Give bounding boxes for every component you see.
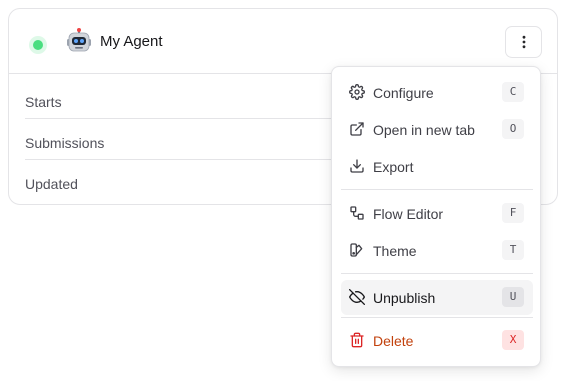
stat-label: Starts (25, 94, 62, 110)
menu-item-delete[interactable]: Delete X (341, 323, 533, 358)
flow-icon (350, 206, 364, 220)
menu-item-theme[interactable]: Theme T (341, 233, 533, 268)
eye-off-icon (349, 289, 365, 305)
dropdown-menu: Configure C Open in new tab O Export Flo… (331, 66, 541, 367)
stat-row-updated: Updated (25, 160, 355, 201)
more-vertical-icon (522, 35, 525, 49)
menu-item-label: Open in new tab (373, 122, 475, 138)
shortcut-badge: T (502, 240, 524, 260)
menu-separator (341, 317, 533, 318)
menu-item-label: Export (373, 159, 414, 175)
menu-item-unpublish[interactable]: Unpublish U (341, 280, 533, 315)
menu-item-label: Unpublish (373, 290, 436, 306)
menu-item-label: Delete (373, 333, 414, 349)
palette-icon (350, 243, 363, 257)
shortcut-badge: C (502, 82, 524, 102)
shortcut-badge: U (502, 287, 524, 307)
shortcut-badge: X (502, 330, 524, 350)
menu-item-flow-editor[interactable]: Flow Editor F (341, 196, 533, 231)
menu-item-configure[interactable]: Configure C (341, 75, 533, 110)
download-icon (350, 159, 364, 173)
menu-item-label: Configure (373, 85, 434, 101)
robot-icon (67, 28, 91, 52)
menu-separator (341, 273, 533, 274)
shortcut-badge: O (502, 119, 524, 139)
more-options-button[interactable] (505, 26, 542, 58)
menu-separator (341, 189, 533, 190)
status-indicator (29, 36, 47, 54)
external-link-icon (350, 122, 364, 136)
menu-item-label: Theme (373, 243, 417, 259)
stat-label: Updated (25, 176, 78, 192)
menu-item-export[interactable]: Export (341, 149, 533, 184)
stat-row-starts: Starts (25, 78, 355, 119)
trash-icon (350, 332, 364, 348)
card-header: My Agent (9, 9, 557, 74)
agent-name: My Agent (100, 33, 163, 50)
stat-row-submissions: Submissions (25, 119, 355, 160)
menu-item-label: Flow Editor (373, 206, 444, 222)
gear-icon (349, 84, 365, 100)
menu-item-open-new-tab[interactable]: Open in new tab O (341, 112, 533, 147)
stat-label: Submissions (25, 135, 105, 151)
shortcut-badge: F (502, 203, 524, 223)
